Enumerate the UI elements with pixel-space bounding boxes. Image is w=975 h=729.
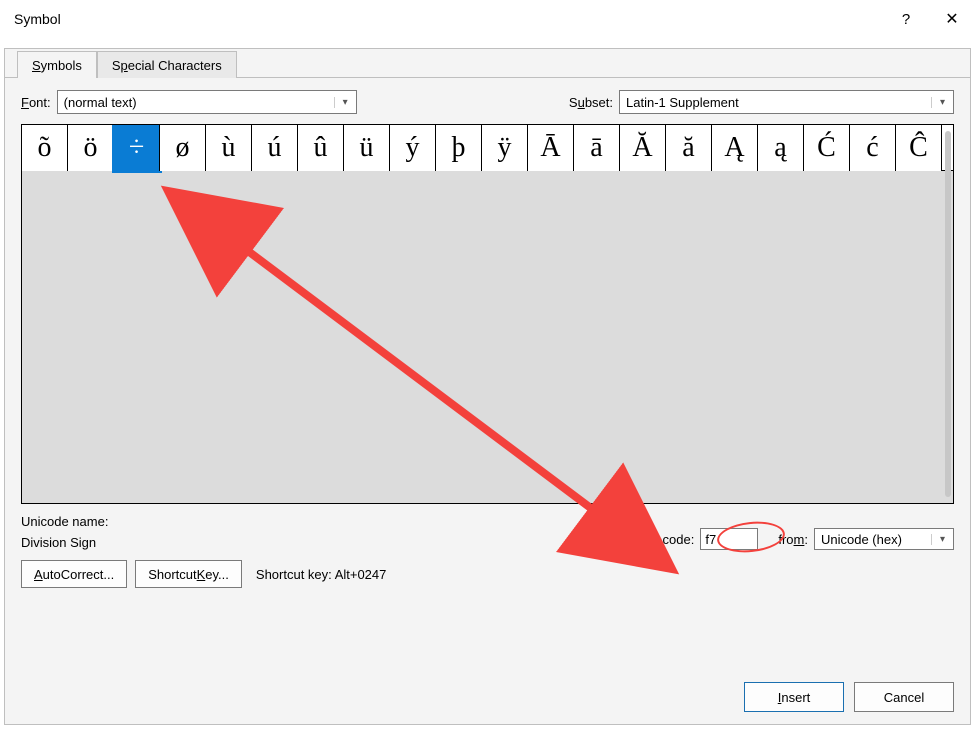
- symbol-cell[interactable]: ý: [390, 125, 436, 171]
- chevron-down-icon: ▾: [931, 97, 949, 108]
- symbol-cell[interactable]: Ĉ: [896, 125, 942, 171]
- font-combo[interactable]: (normal text) ▾: [57, 90, 357, 114]
- unicode-info-row: Unicode name: Division Sign Character co…: [21, 514, 954, 550]
- symbol-grid[interactable]: õö÷øùúûüýþÿĀāĂăĄąĆćĈ: [21, 124, 954, 504]
- from-combo[interactable]: Unicode (hex) ▾: [814, 528, 954, 550]
- symbol-cell[interactable]: õ: [22, 125, 68, 171]
- shortcut-key-button[interactable]: Shortcut Key...: [135, 560, 242, 588]
- symbol-cell[interactable]: ÿ: [482, 125, 528, 171]
- scrollbar[interactable]: [945, 131, 951, 497]
- character-code-group: Character code: from: Unicode (hex) ▾: [602, 528, 954, 550]
- symbol-cell[interactable]: ă: [666, 125, 712, 171]
- help-button[interactable]: ?: [883, 0, 929, 38]
- tab-strip: Symbols Special Characters: [5, 48, 970, 78]
- symbol-cell[interactable]: ú: [252, 125, 298, 171]
- symbol-cell[interactable]: ù: [206, 125, 252, 171]
- symbol-cell[interactable]: Ă: [620, 125, 666, 171]
- symbol-cell[interactable]: ö: [68, 125, 114, 171]
- unicode-name-block: Unicode name: Division Sign: [21, 514, 108, 550]
- autocorrect-button[interactable]: AutoCorrect...: [21, 560, 127, 588]
- unicode-name-label: Unicode name:: [21, 514, 108, 529]
- chevron-down-icon: ▾: [334, 97, 352, 108]
- symbol-cell[interactable]: û: [298, 125, 344, 171]
- tab-symbols-label: Symbols: [32, 58, 82, 73]
- chevron-down-icon: ▾: [931, 534, 949, 545]
- tab-special-characters[interactable]: Special Characters: [97, 51, 237, 78]
- tab-special-label: Special Characters: [112, 58, 222, 73]
- symbol-cell[interactable]: ā: [574, 125, 620, 171]
- window-title: Symbol: [14, 11, 61, 27]
- symbol-row: õö÷øùúûüýþÿĀāĂăĄąĆćĈ: [22, 125, 953, 171]
- symbol-cell[interactable]: ą: [758, 125, 804, 171]
- symbol-cell[interactable]: ć: [850, 125, 896, 171]
- insert-button[interactable]: Insert: [744, 682, 844, 712]
- unicode-name-value: Division Sign: [21, 535, 108, 550]
- subset-label: Subset:: [569, 95, 613, 110]
- symbol-cell[interactable]: þ: [436, 125, 482, 171]
- titlebar-buttons: ? ✕: [883, 0, 975, 38]
- symbol-cell[interactable]: ü: [344, 125, 390, 171]
- tab-symbols[interactable]: Symbols: [17, 51, 97, 78]
- font-label: Font:: [21, 95, 51, 110]
- font-subset-row: Font: (normal text) ▾ Subset: Latin-1 Su…: [21, 90, 954, 114]
- symbols-panel: Font: (normal text) ▾ Subset: Latin-1 Su…: [5, 78, 970, 596]
- font-value: (normal text): [64, 95, 137, 110]
- from-value: Unicode (hex): [821, 532, 902, 547]
- dialog-footer: Insert Cancel: [744, 682, 954, 712]
- dialog-content: Symbols Special Characters Font: (normal…: [4, 48, 971, 725]
- symbol-cell[interactable]: Ā: [528, 125, 574, 171]
- symbol-cell[interactable]: Ą: [712, 125, 758, 171]
- titlebar: Symbol ? ✕: [0, 0, 975, 38]
- shortcut-info: Shortcut key: Alt+0247: [256, 567, 386, 582]
- symbol-cell[interactable]: ø: [160, 125, 206, 171]
- symbol-cell[interactable]: Ć: [804, 125, 850, 171]
- cancel-button[interactable]: Cancel: [854, 682, 954, 712]
- character-code-label: Character code:: [602, 532, 695, 547]
- from-label: from:: [778, 532, 808, 547]
- close-button[interactable]: ✕: [929, 0, 975, 38]
- shortcut-buttons-row: AutoCorrect... Shortcut Key... Shortcut …: [21, 560, 954, 588]
- subset-value: Latin-1 Supplement: [626, 95, 739, 110]
- symbol-cell[interactable]: ÷: [114, 125, 160, 171]
- character-code-input[interactable]: [700, 528, 758, 550]
- subset-combo[interactable]: Latin-1 Supplement ▾: [619, 90, 954, 114]
